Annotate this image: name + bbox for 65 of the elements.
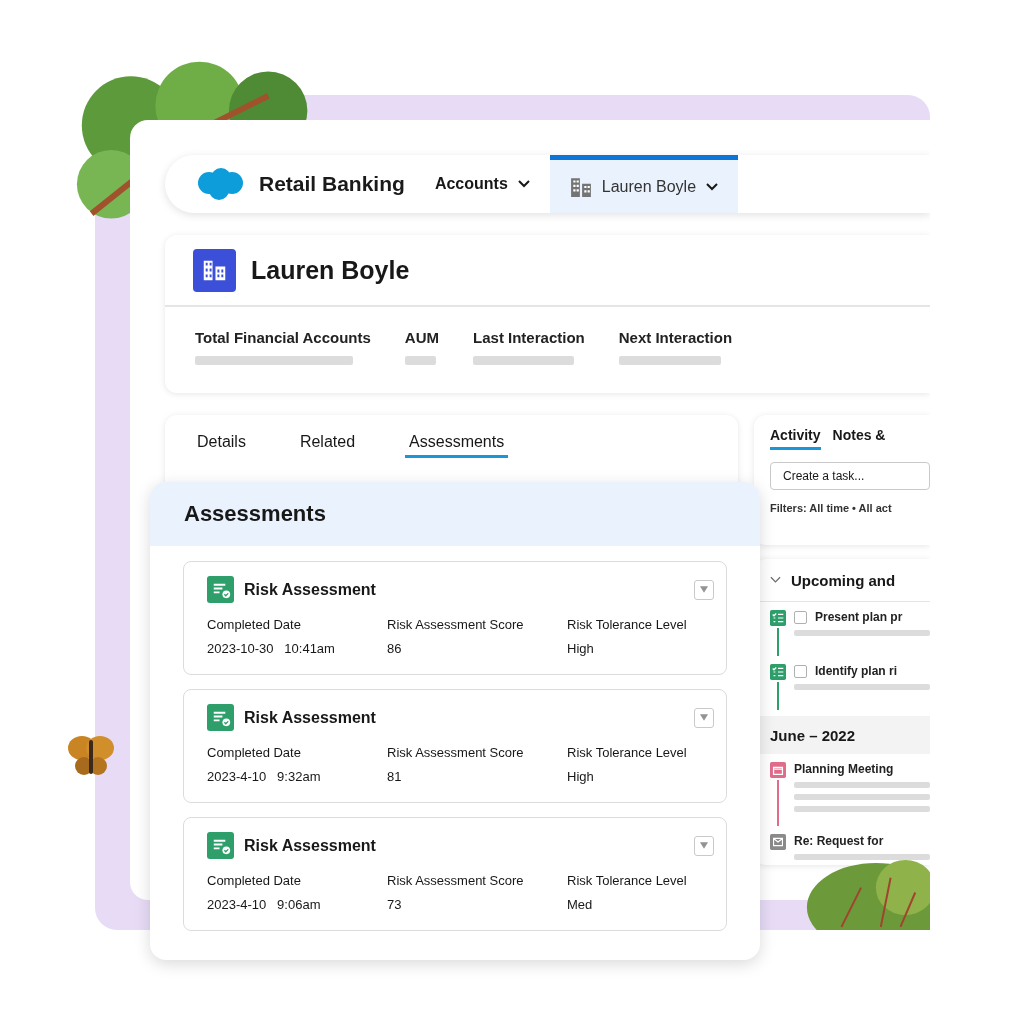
- assessment-icon: [207, 832, 234, 859]
- placeholder-bar: [404, 356, 436, 365]
- field-value: 2023-4-10 9:06am: [207, 897, 322, 912]
- field-value: High: [567, 769, 595, 784]
- task-field[interactable]: Create a task...: [770, 462, 930, 490]
- dropdown-button[interactable]: [694, 835, 714, 856]
- dropdown-button[interactable]: [694, 579, 714, 600]
- caret-icon: [700, 842, 708, 849]
- field-value: High: [567, 641, 595, 656]
- field-label: Completed Date: [207, 617, 302, 632]
- field-label: Next Interaction: [618, 329, 733, 346]
- field-label: Risk Assessment Score: [387, 745, 525, 760]
- field-value: 86: [387, 641, 403, 656]
- task-icon: [770, 664, 786, 680]
- field-label: Risk Assessment Score: [387, 873, 525, 888]
- app-name: Retail Banking: [259, 172, 405, 196]
- field-value: Med: [567, 897, 594, 912]
- field-label: Total Financial Accounts: [195, 329, 371, 346]
- cloud-logo-icon: [195, 167, 245, 201]
- building-icon: [193, 248, 236, 292]
- field-label: AUM: [404, 329, 440, 346]
- detail-tab[interactable]: Assessments: [405, 433, 509, 458]
- task-checkbox[interactable]: [794, 610, 807, 624]
- building-icon: [569, 175, 592, 198]
- section-title: Upcoming and: [791, 571, 896, 589]
- field-label: Last Interaction: [473, 329, 585, 346]
- field-label: Risk Tolerance Level: [567, 617, 688, 632]
- field-label: Risk Tolerance Level: [567, 745, 688, 760]
- assessment-icon: [207, 704, 234, 731]
- record-title: Lauren Boyle: [251, 255, 410, 285]
- filters-text: Filters: All time • All act: [770, 502, 893, 514]
- field-value: 73: [387, 897, 403, 912]
- card-title: Assessments: [184, 501, 326, 527]
- dropdown-button[interactable]: [694, 707, 714, 728]
- chevron-icon[interactable]: [770, 576, 781, 584]
- field-label: Risk Assessment Score: [387, 617, 525, 632]
- task-title: Identify plan ri: [815, 664, 897, 678]
- assessment-title: Risk Assessment: [244, 836, 377, 855]
- detail-tab[interactable]: Details: [193, 433, 250, 458]
- assessment-title: Risk Assessment: [244, 580, 377, 599]
- field-value: 2023-4-10 9:32am: [207, 769, 322, 784]
- activity-title: Re: Request for: [794, 834, 885, 848]
- field-label: Completed Date: [207, 745, 302, 760]
- field-label: Risk Tolerance Level: [567, 873, 688, 888]
- chevron-down-icon: [706, 182, 719, 191]
- activity-tab[interactable]: Activity: [770, 427, 821, 450]
- nav-tab[interactable]: Lauren Boyle: [549, 155, 739, 213]
- activity-tab[interactable]: Notes &: [832, 427, 886, 450]
- task-title: Present plan pr: [815, 610, 903, 624]
- caret-icon: [700, 586, 708, 593]
- field-value: 2023-10-30 10:41am: [207, 641, 336, 656]
- task-icon: [770, 610, 786, 626]
- calendar-icon: [770, 762, 786, 778]
- assessment-icon: [207, 576, 234, 603]
- caret-icon: [700, 714, 708, 721]
- task-checkbox[interactable]: [794, 664, 807, 678]
- assessment-title: Risk Assessment: [244, 708, 377, 727]
- chevron-down-icon: [517, 180, 530, 188]
- activity-title: Planning Meeting: [794, 762, 895, 776]
- envelope-icon: [770, 834, 786, 850]
- field-label: Completed Date: [207, 873, 302, 888]
- month-label: June – 2022: [770, 726, 856, 744]
- field-value: 81: [387, 769, 403, 784]
- detail-tab[interactable]: Related: [295, 433, 360, 458]
- nav-tab[interactable]: Accounts: [434, 155, 550, 213]
